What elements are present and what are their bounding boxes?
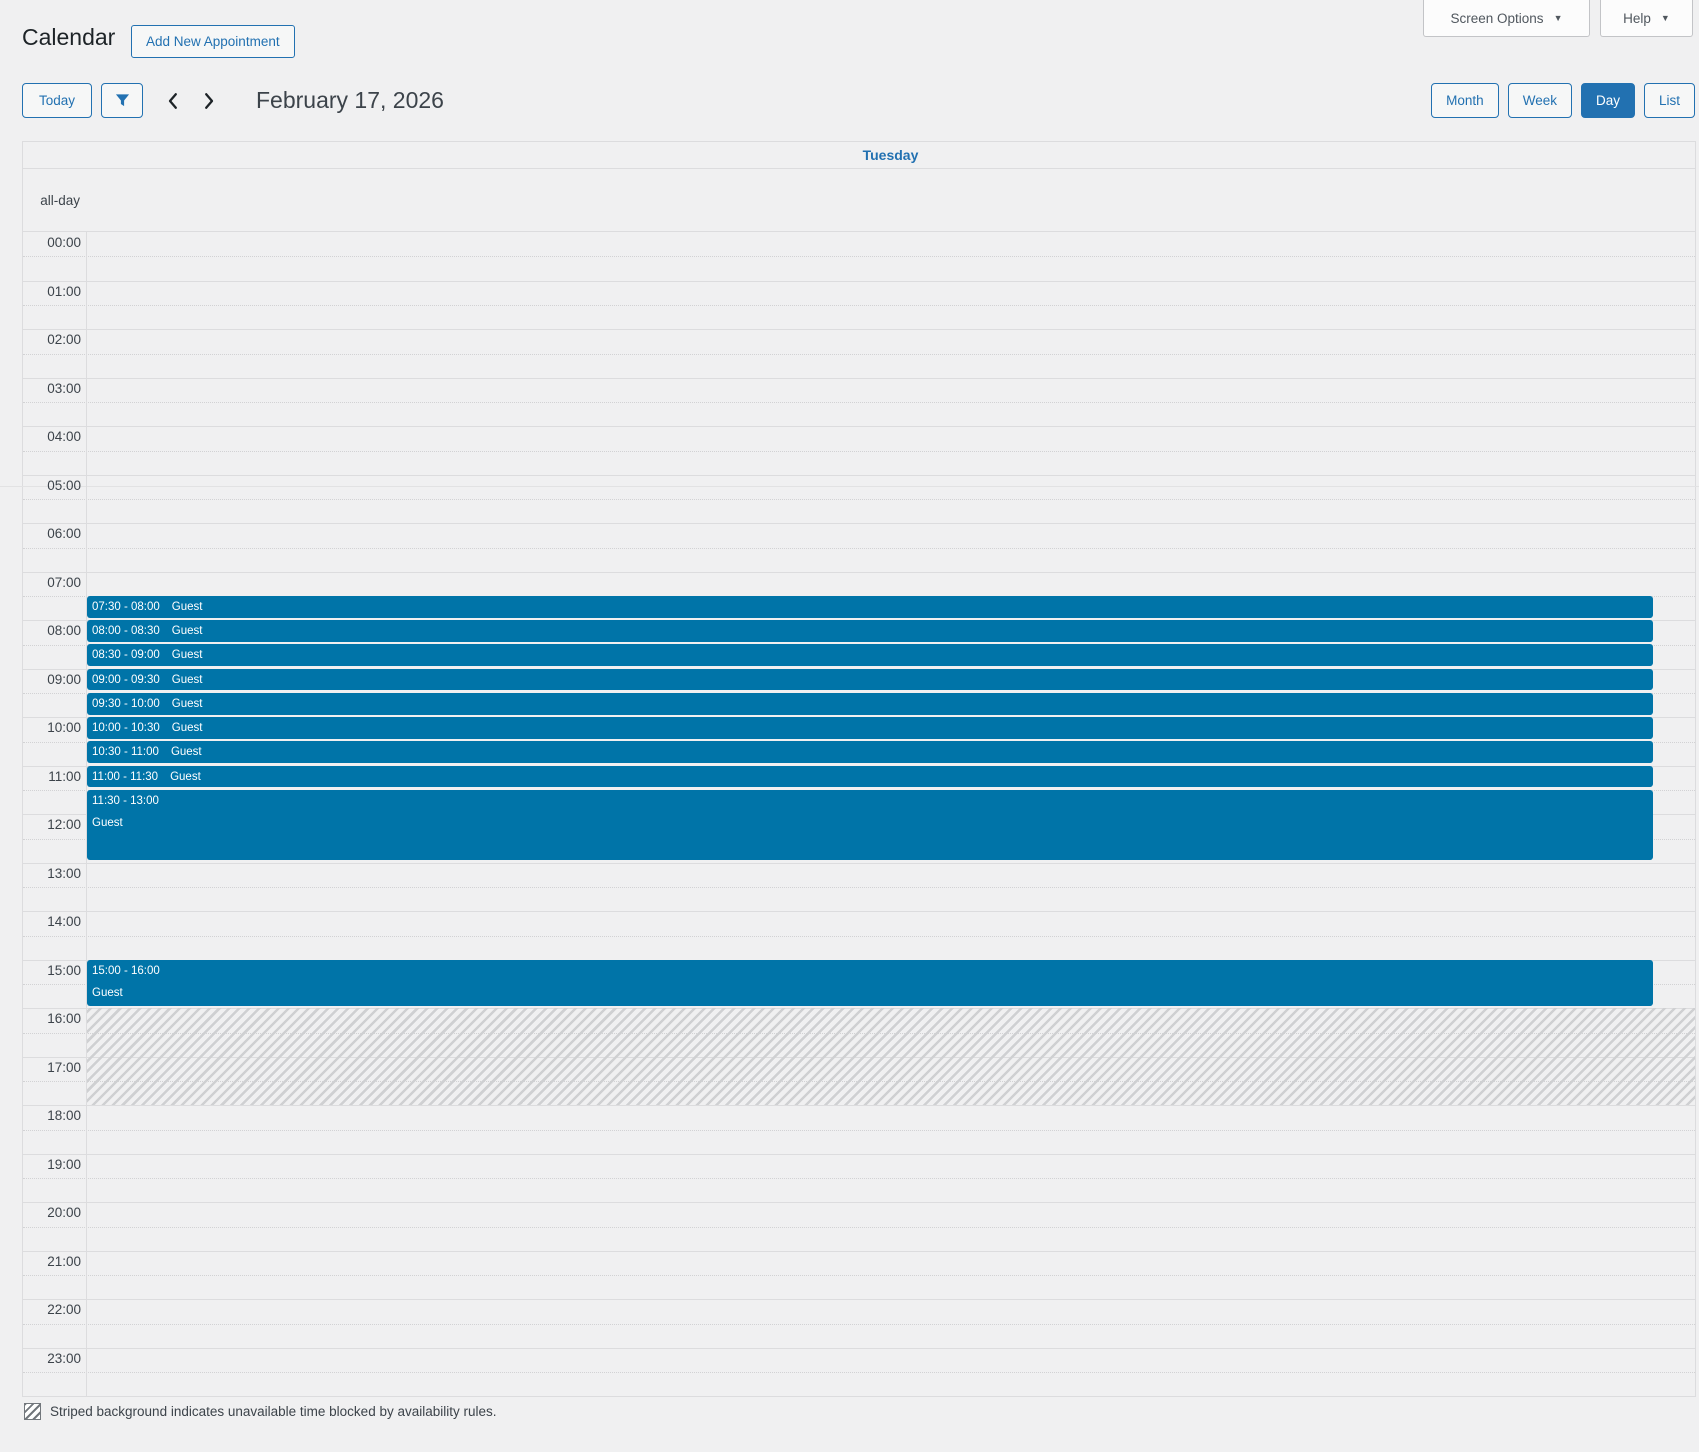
chevron-down-icon: ▼ [1554,13,1563,23]
calendar-grid: Tuesday all-day 00:00 01:00 02:00 03:00 04:0… [22,141,1696,1397]
calendar-event[interactable]: 09:00 - 09:30 Guest [87,669,1653,691]
legend-text: Striped background indicates unavailable… [50,1404,497,1419]
time-axis-label: 16:00 [23,1011,81,1027]
time-axis-label: 20:00 [23,1205,81,1221]
calendar-event[interactable]: 15:00 - 16:00 Guest [87,960,1653,1006]
view-button-day[interactable]: Day [1581,83,1635,118]
current-date-title: February 17, 2026 [256,83,444,118]
calendar-event[interactable]: 10:00 - 10:30 Guest [87,717,1653,739]
event-title: Guest [92,816,1649,830]
time-axis-label: 14:00 [23,914,81,930]
calendar-event[interactable]: 11:00 - 11:30 Guest [87,766,1653,788]
time-axis-label: 10:00 [23,720,81,736]
calendar-event[interactable]: 09:30 - 10:00 Guest [87,693,1653,715]
page-title: Calendar [22,24,115,51]
event-time: 11:30 - 13:00 [92,794,1649,808]
legend: Striped background indicates unavailable… [24,1403,497,1420]
view-switcher: Month Week Day List [1431,83,1695,118]
today-button[interactable]: Today [22,83,92,118]
previous-day-button[interactable] [160,83,184,118]
calendar-event[interactable]: 08:30 - 09:00 Guest [87,644,1653,666]
time-axis-label: 01:00 [23,284,81,300]
calendar-event[interactable]: 10:30 - 11:00 Guest [87,741,1653,763]
calendar-admin-page: { "meta": { "screen_options_label": "Scr… [0,0,1699,1452]
all-day-row[interactable]: all-day [23,169,1695,232]
time-axis-label: 15:00 [23,963,81,979]
chevron-down-icon: ▼ [1661,13,1670,23]
calendar-event[interactable]: 11:30 - 13:00 Guest [87,790,1653,860]
help-tab[interactable]: Help ▼ [1600,0,1693,37]
event-time: 09:30 - 10:00 [92,698,160,710]
next-day-button[interactable] [197,83,221,118]
time-axis-label: 13:00 [23,866,81,882]
time-axis-label: 22:00 [23,1302,81,1318]
view-button-month[interactable]: Month [1431,83,1499,118]
event-title: Guest [172,649,203,661]
time-axis-label: 12:00 [23,817,81,833]
event-time: 07:30 - 08:00 [92,601,160,613]
time-axis-label: 09:00 [23,672,81,688]
time-axis-label: 18:00 [23,1108,81,1124]
event-title: Guest [172,674,203,686]
time-axis-label: 19:00 [23,1157,81,1173]
time-grid-body: 00:00 01:00 02:00 03:00 04:00 05:00 06:00 07:00… [23,232,1695,1396]
time-axis-label: 02:00 [23,332,81,348]
view-button-list[interactable]: List [1644,83,1695,118]
event-title: Guest [170,771,201,783]
event-title: Guest [172,601,203,613]
time-axis-label: 04:00 [23,429,81,445]
time-axis-label: 11:00 [23,769,81,785]
event-title: Guest [172,698,203,710]
event-time: 10:00 - 10:30 [92,722,160,734]
view-button-week[interactable]: Week [1508,83,1572,118]
day-header-tuesday[interactable]: Tuesday [86,142,1695,168]
day-header-row: Tuesday [23,142,1695,169]
event-time: 15:00 - 16:00 [92,964,1649,978]
event-time: 11:00 - 11:30 [92,771,158,783]
all-day-label: all-day [23,169,86,231]
time-axis-label: 23:00 [23,1351,81,1367]
event-title: Guest [172,722,203,734]
event-title: Guest [172,625,203,637]
chevron-right-icon [204,92,215,110]
add-new-appointment-button[interactable]: Add New Appointment [131,25,295,58]
event-time: 09:00 - 09:30 [92,674,160,686]
striped-swatch-icon [24,1403,41,1420]
filter-button[interactable] [101,83,143,118]
calendar-event[interactable]: 08:00 - 08:30 Guest [87,620,1653,642]
time-axis-label: 21:00 [23,1254,81,1270]
time-axis-label: 00:00 [23,235,81,251]
event-time: 08:00 - 08:30 [92,625,160,637]
event-title: Guest [92,986,1649,1000]
screen-options-label: Screen Options [1451,11,1544,26]
help-label: Help [1623,11,1651,26]
filter-funnel-icon [115,93,130,108]
calendar-event[interactable]: 07:30 - 08:00 Guest [87,596,1653,618]
events-layer: 07:30 - 08:00Guest08:00 - 08:30Guest08:3… [87,232,1653,1396]
time-axis-label: 08:00 [23,623,81,639]
event-time: 08:30 - 09:00 [92,649,160,661]
chevron-left-icon [167,92,178,110]
screen-options-tab[interactable]: Screen Options ▼ [1423,0,1590,37]
event-time: 10:30 - 11:00 [92,746,159,758]
time-axis-label: 03:00 [23,381,81,397]
time-axis-label: 05:00 [23,478,81,494]
time-axis-label: 17:00 [23,1060,81,1076]
time-axis-label: 07:00 [23,575,81,591]
event-title: Guest [171,746,202,758]
time-axis-label: 06:00 [23,526,81,542]
